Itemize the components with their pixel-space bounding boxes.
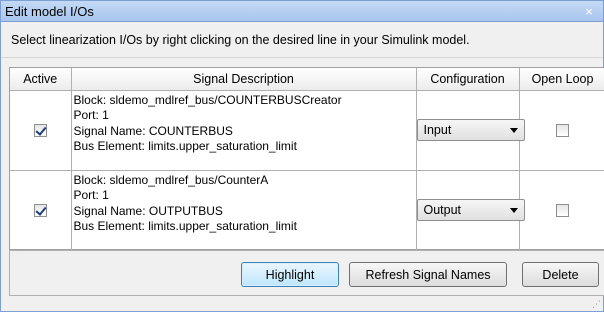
instruction-text: Select linearization I/Os by right click…	[1, 22, 603, 58]
active-cell	[10, 89, 72, 171]
chevron-down-icon	[509, 207, 518, 213]
io-table: Active Signal Description Configuration …	[10, 68, 604, 251]
edit-model-ios-dialog: Edit model I/Os × Select linearization I…	[0, 0, 604, 312]
bus-element-line: Bus Element: limits.upper_saturation_lim…	[73, 139, 297, 153]
column-header-configuration[interactable]: Configuration	[415, 68, 520, 91]
active-cell	[10, 169, 72, 251]
table-row[interactable]: Block: sldemo_mdlref_bus/COUNTERBUSCreat…	[10, 89, 604, 171]
configuration-value: Output	[423, 203, 462, 217]
port-line: Port: 1	[73, 108, 109, 122]
signal-description-cell: Block: sldemo_mdlref_bus/COUNTERBUSCreat…	[70, 89, 417, 171]
title-bar[interactable]: Edit model I/Os ×	[1, 1, 603, 22]
open-loop-checkbox[interactable]	[556, 124, 569, 138]
io-table-container: Active Signal Description Configuration …	[9, 67, 604, 251]
active-checkbox[interactable]	[33, 204, 47, 218]
refresh-signal-names-button[interactable]: Refresh Signal Names	[349, 262, 507, 287]
configuration-cell: Output	[415, 169, 525, 251]
configuration-cell: Input	[415, 89, 525, 171]
configuration-dropdown[interactable]: Output	[416, 199, 525, 221]
chevron-down-icon	[509, 127, 518, 133]
open-loop-checkbox[interactable]	[556, 204, 569, 218]
column-header-signal-description[interactable]: Signal Description	[70, 68, 417, 91]
resize-grip-icon[interactable]: ⋰	[592, 300, 601, 309]
highlight-button[interactable]: Highlight	[241, 262, 339, 287]
window-title: Edit model I/Os	[5, 3, 94, 19]
block-line: Block: sldemo_mdlref_bus/CounterA	[73, 172, 269, 187]
table-row[interactable]: Block: sldemo_mdlref_bus/CounterA Port: …	[10, 169, 604, 251]
signal-name-line: Signal Name: OUTPUTBUS	[73, 203, 223, 218]
delete-button[interactable]: Delete	[522, 262, 599, 287]
button-bar: Highlight Refresh Signal Names Delete	[9, 250, 604, 296]
active-checkbox[interactable]	[33, 124, 47, 138]
signal-name-line: Signal Name: COUNTERBUS	[73, 123, 233, 138]
configuration-value: Input	[423, 123, 452, 137]
configuration-dropdown[interactable]: Input	[416, 119, 525, 141]
open-loop-cell	[518, 169, 604, 251]
port-line: Port: 1	[73, 188, 109, 202]
block-line: Block: sldemo_mdlref_bus/COUNTERBUSCreat…	[73, 92, 342, 107]
signal-description-cell: Block: sldemo_mdlref_bus/CounterA Port: …	[70, 169, 417, 251]
close-icon[interactable]: ×	[581, 3, 597, 19]
column-header-open-loop[interactable]: Open Loop	[518, 68, 604, 91]
column-header-active[interactable]: Active	[10, 68, 72, 91]
open-loop-cell	[518, 89, 604, 171]
bus-element-line: Bus Element: limits.upper_saturation_lim…	[73, 219, 297, 233]
